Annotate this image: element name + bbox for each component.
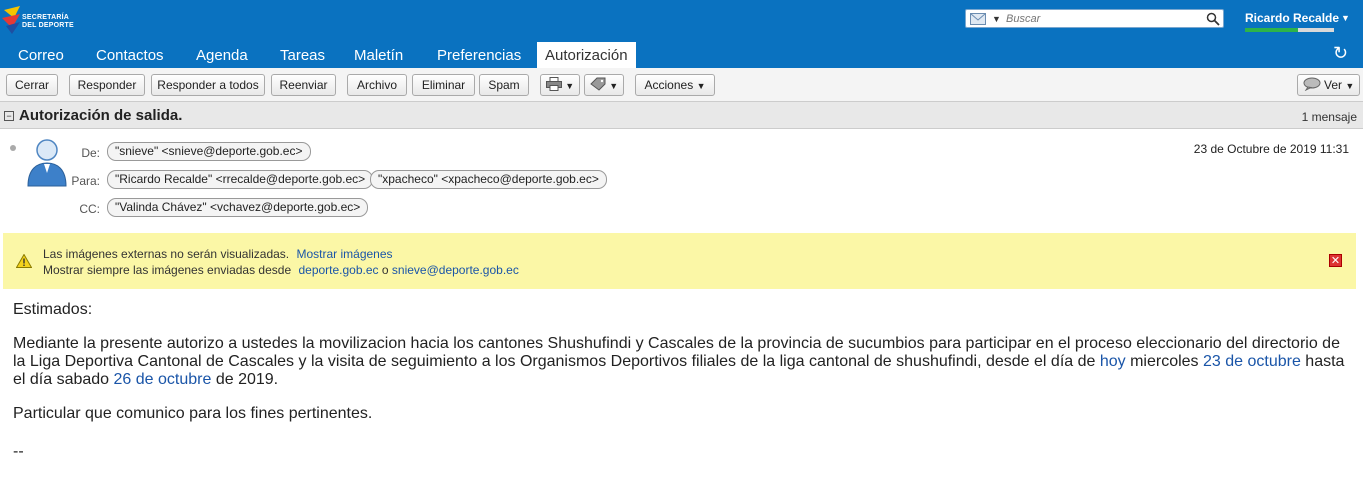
logo-mark-icon — [2, 6, 20, 34]
body-text: de 2019. — [211, 371, 279, 388]
body-closing: Particular que comunico para los fines p… — [13, 405, 373, 422]
tab-preferencias[interactable]: Preferencias — [437, 42, 521, 68]
show-images-link[interactable]: Mostrar imágenes — [296, 247, 392, 261]
to-address-pill[interactable]: "Ricardo Recalde" <rrecalde@deporte.gob.… — [107, 170, 374, 189]
mail-icon[interactable] — [970, 13, 986, 25]
cc-label: CC: — [79, 202, 100, 216]
read-status-dot-icon[interactable] — [10, 145, 16, 151]
close-warning-icon[interactable]: ✕ — [1329, 254, 1342, 267]
tab-correo[interactable]: Correo — [18, 42, 64, 68]
logo-line2: DEL DEPORTE — [22, 22, 74, 29]
to-address-pill[interactable]: "xpacheco" <xpacheco@deporte.gob.ec> — [370, 170, 607, 189]
user-name[interactable]: Ricardo Recalde — [1245, 11, 1339, 25]
external-images-warning: Las imágenes externas no serán visualiza… — [3, 233, 1356, 289]
print-chevron-down-icon: ▼ — [565, 81, 575, 91]
printer-icon — [545, 77, 562, 91]
message-count: 1 mensaje — [1301, 110, 1357, 124]
body-text: miercoles — [1125, 353, 1203, 370]
close-button[interactable]: Cerrar — [6, 74, 58, 96]
search-input[interactable] — [1006, 11, 1171, 26]
conversation-header: − Autorización de salida. 1 mensaje — [0, 102, 1363, 129]
always-show-sender-link[interactable]: snieve@deporte.gob.ec — [392, 263, 519, 277]
view-button[interactable]: Ver ▼ — [1297, 74, 1360, 96]
actions-chevron-down-icon: ▼ — [696, 81, 706, 91]
message-body: Estimados: Mediante la presente autorizo… — [13, 301, 1348, 461]
quota-bar — [1245, 28, 1334, 32]
warning-text: Las imágenes externas no serán visualiza… — [43, 247, 290, 261]
quota-bar-fill — [1245, 28, 1299, 32]
message-toolbar: Cerrar Responder Responder a todos Reenv… — [0, 68, 1363, 102]
from-label: De: — [81, 146, 100, 160]
view-label: Ver — [1324, 78, 1343, 92]
tag-button[interactable]: ▼ — [584, 74, 624, 96]
to-label: Para: — [71, 174, 100, 188]
always-show-domain-link[interactable]: deporte.gob.ec — [298, 263, 378, 277]
date-link-hoy[interactable]: hoy — [1100, 353, 1126, 370]
from-address-pill[interactable]: "snieve" <snieve@deporte.gob.ec> — [107, 142, 311, 161]
body-signature: -- — [13, 443, 24, 460]
reply-all-button[interactable]: Responder a todos — [151, 74, 265, 96]
tab-agenda[interactable]: Agenda — [196, 42, 248, 68]
spam-button[interactable]: Spam — [479, 74, 529, 96]
date-link-26-octubre[interactable]: 26 de octubre — [114, 371, 212, 388]
user-menu-chevron-down-icon[interactable]: ▼ — [1341, 13, 1350, 23]
tab-maletin[interactable]: Maletín — [354, 42, 403, 68]
tab-contactos[interactable]: Contactos — [96, 42, 164, 68]
reply-button[interactable]: Responder — [69, 74, 145, 96]
or-text: o — [381, 263, 389, 277]
warning-icon — [16, 254, 32, 268]
message-date: 23 de Octubre de 2019 11:31 — [1193, 142, 1349, 156]
body-paragraph: Mediante la presente autorizo a ustedes … — [13, 335, 1348, 389]
actions-button[interactable]: Acciones ▼ — [635, 74, 715, 96]
body-greeting: Estimados: — [13, 301, 93, 318]
logo-line1: SECRETARÍA — [22, 14, 69, 21]
search-icon[interactable] — [1206, 12, 1220, 26]
search-type-chevron-down-icon[interactable]: ▼ — [992, 14, 1001, 24]
speech-bubble-icon — [1303, 77, 1321, 92]
tab-autorizacion[interactable]: Autorización de✕ — [537, 42, 636, 92]
always-show-text: Mostrar siempre las imágenes enviadas de… — [43, 263, 292, 277]
archive-button[interactable]: Archivo — [347, 74, 407, 96]
actions-label: Acciones — [644, 78, 694, 92]
refresh-icon[interactable]: ↻ — [1333, 43, 1348, 64]
conversation-subject: Autorización de salida. — [19, 107, 183, 124]
search-box[interactable]: ▼ — [965, 9, 1224, 28]
tag-chevron-down-icon: ▼ — [609, 81, 619, 91]
top-header: SECRETARÍA DEL DEPORTE ▼ Ricardo Recalde… — [0, 0, 1363, 92]
forward-button[interactable]: Reenviar — [271, 74, 336, 96]
print-button[interactable]: ▼ — [540, 74, 580, 96]
tag-icon — [590, 77, 606, 91]
view-chevron-down-icon: ▼ — [1345, 81, 1355, 91]
delete-button[interactable]: Eliminar — [412, 74, 475, 96]
tab-tareas[interactable]: Tareas — [280, 42, 325, 68]
cc-address-pill[interactable]: "Valinda Chávez" <vchavez@deporte.gob.ec… — [107, 198, 369, 217]
secretaria-logo[interactable]: SECRETARÍA DEL DEPORTE — [0, 4, 80, 38]
collapse-icon[interactable]: − — [4, 111, 14, 121]
date-link-23-octubre[interactable]: 23 de octubre — [1203, 353, 1301, 370]
